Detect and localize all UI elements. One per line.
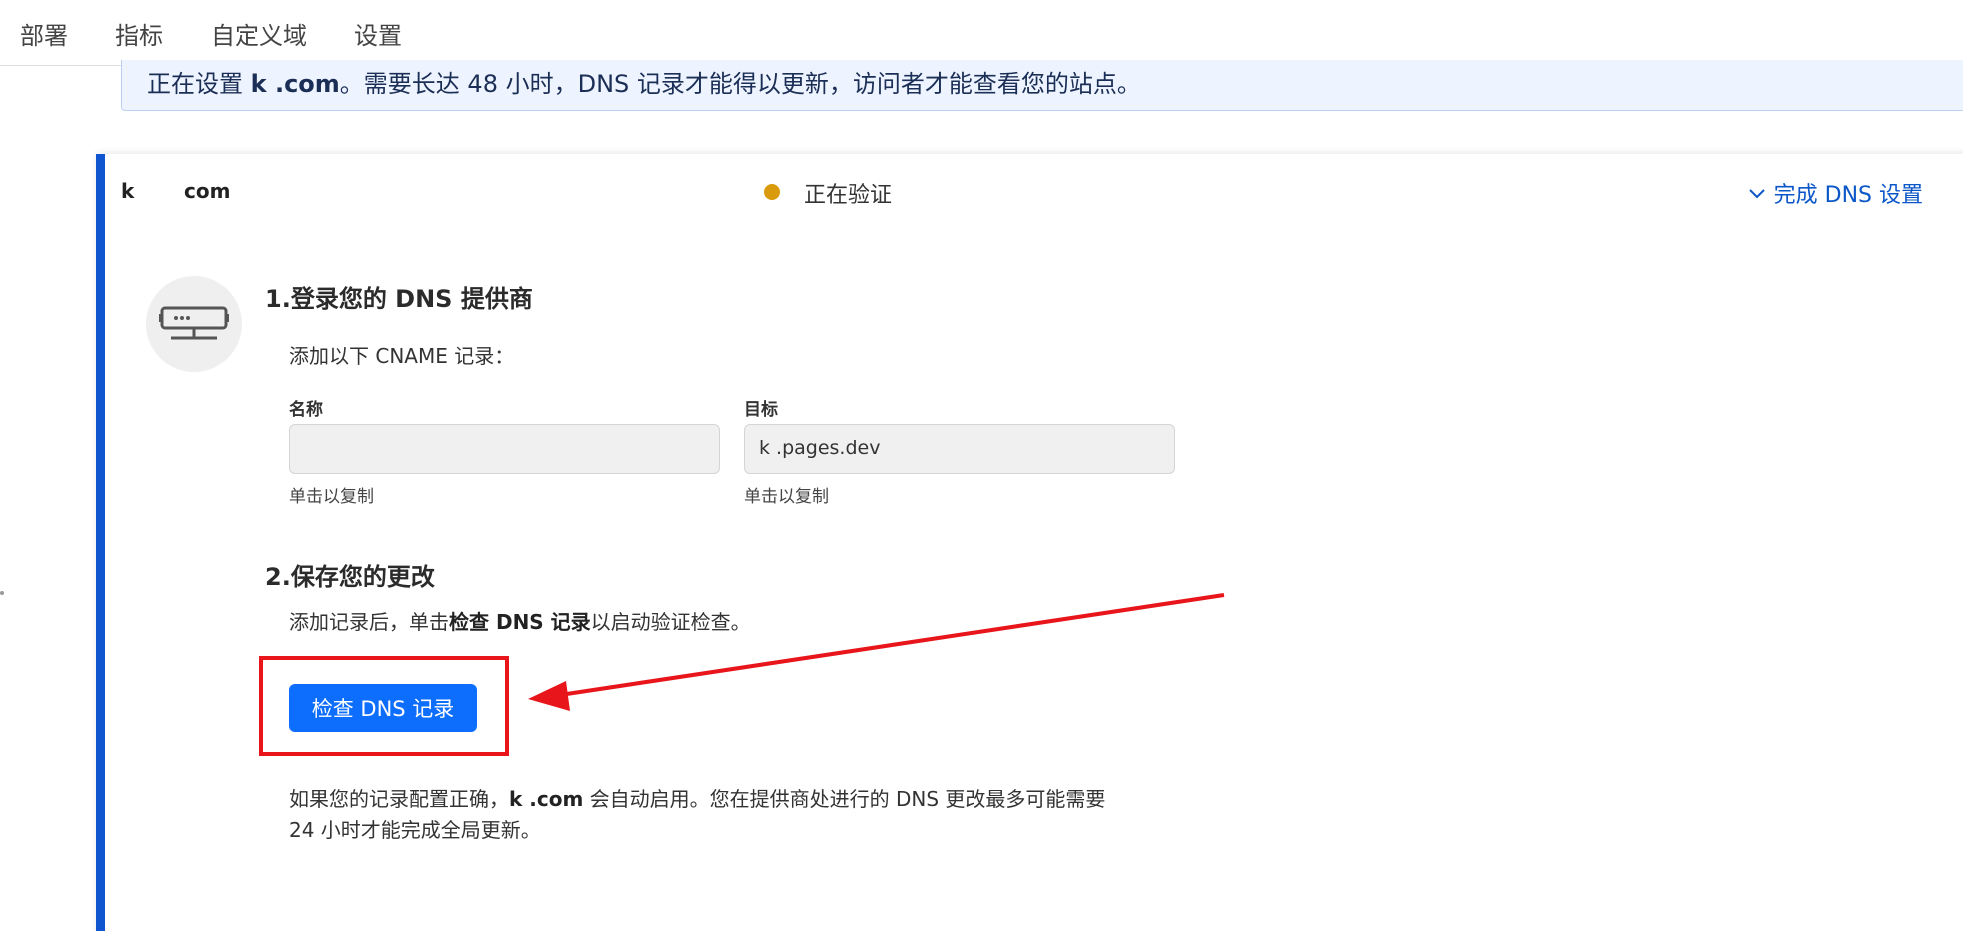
- finish-dns-setup-link[interactable]: 完成 DNS 设置: [1748, 177, 1923, 209]
- save-instruction-post: 以启动验证检查。: [590, 610, 751, 634]
- chevron-down-icon: [1748, 189, 1765, 199]
- step2-title: 2.保存您的更改: [265, 563, 435, 591]
- cname-instruction: 添加以下 CNAME 记录：: [289, 344, 515, 368]
- footer-line1-pre: 如果您的记录配置正确，: [289, 787, 509, 811]
- status-dot-icon: [764, 184, 780, 200]
- name-label: 名称: [289, 400, 323, 420]
- target-copy-hint: 单击以复制: [744, 487, 829, 507]
- save-instruction-pre: 添加记录后，单击: [289, 610, 449, 634]
- banner-text: 正在设置 k .com。需要长达 48 小时，DNS 记录才能得以更新，访问者才…: [147, 64, 1141, 99]
- tab-custom-domains[interactable]: 自定义域: [211, 16, 307, 51]
- tab-deployments[interactable]: 部署: [20, 16, 68, 51]
- save-instruction: 添加记录后，单击检查 DNS 记录以启动验证检查。: [289, 606, 751, 635]
- step1-title: 1.登录您的 DNS 提供商: [265, 285, 533, 313]
- banner-domain: k .com: [250, 70, 340, 98]
- domain-name-start: k: [121, 179, 135, 203]
- target-label: 目标: [744, 400, 778, 420]
- footer-line-1: 如果您的记录配置正确，k .com 会自动启用。您在提供商处进行的 DNS 更改…: [289, 783, 1105, 812]
- status-text: 正在验证: [804, 183, 893, 208]
- footer-line-2: 24 小时才能完成全局更新。: [289, 818, 541, 842]
- top-tab-bar: 部署 指标 自定义域 设置: [0, 0, 1963, 66]
- server-icon-badge: [146, 276, 242, 372]
- server-icon: [159, 306, 229, 340]
- tab-settings[interactable]: 设置: [354, 16, 402, 51]
- save-instruction-bold: 检查 DNS 记录: [449, 610, 591, 634]
- info-banner: 正在设置 k .com。需要长达 48 小时，DNS 记录才能得以更新，访问者才…: [121, 60, 1963, 111]
- tab-metrics[interactable]: 指标: [115, 16, 163, 51]
- edge-marker: [0, 591, 4, 595]
- check-dns-records-button[interactable]: 检查 DNS 记录: [289, 684, 477, 732]
- name-field[interactable]: [289, 424, 720, 474]
- finish-dns-setup-label: 完成 DNS 设置: [1773, 183, 1923, 208]
- domain-name-end: com: [184, 179, 231, 203]
- footer-domain: k .com: [509, 787, 584, 811]
- footer-line1-post: 会自动启用。您在提供商处进行的 DNS 更改最多可能需要: [583, 787, 1106, 811]
- name-copy-hint: 单击以复制: [289, 487, 374, 507]
- banner-prefix: 正在设置: [147, 70, 251, 98]
- target-field[interactable]: k .pages.dev: [744, 424, 1175, 474]
- banner-suffix: 。需要长达 48 小时，DNS 记录才能得以更新，访问者才能查看您的站点。: [339, 70, 1141, 98]
